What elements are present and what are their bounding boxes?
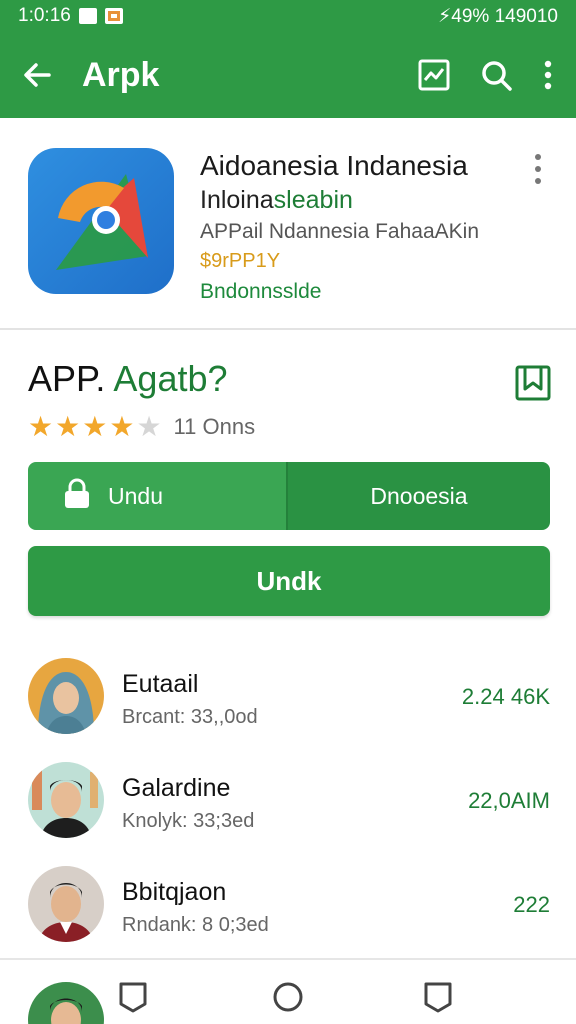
status-time: 1:0:16 xyxy=(18,5,71,26)
recents-nav-icon[interactable] xyxy=(421,980,455,1014)
star-icon: ★ xyxy=(82,411,108,442)
status-bar: 1:0:16 ⚡49% 149010 xyxy=(0,0,576,32)
list-item[interactable]: Eutaail Brcant: 33,,0od 2.24 46K xyxy=(0,650,576,754)
list-item-value: 2.24 46K xyxy=(461,684,550,709)
list-item-name: Galardine xyxy=(122,774,231,802)
unlock-button-label: Undu xyxy=(108,482,163,509)
list-item-name: Bbitqjaon xyxy=(122,878,227,906)
app-developer[interactable]: Bndonnsslde xyxy=(200,280,321,304)
section-title-dark: APP. xyxy=(28,358,106,399)
list-item[interactable]: Bbitqjaon Rndank: 8 0;3ed 222 xyxy=(0,858,576,962)
notification-icon-2 xyxy=(104,8,123,24)
avatar xyxy=(28,982,104,1024)
secondary-button[interactable]: Dnooesia xyxy=(286,462,550,530)
home-nav-icon[interactable] xyxy=(271,980,305,1014)
app-header: Aidoanesia Indanesia Inloinasleabin APPa… xyxy=(0,132,576,328)
divider xyxy=(0,328,576,330)
app-more-icon[interactable] xyxy=(528,152,548,186)
star-icon: ★ xyxy=(109,411,135,442)
section-title: APP. Agatb? xyxy=(28,358,228,400)
primary-button[interactable]: Undk xyxy=(28,546,550,616)
app-bar: Arpk xyxy=(0,32,576,118)
app-name: Aidoanesia Indanesia xyxy=(200,150,468,181)
star-icon: ★ xyxy=(55,411,81,442)
app-description: APPail Ndannesia FahaaAKin xyxy=(200,220,480,243)
app-subtitle-dark: Inloina xyxy=(200,186,274,214)
app-bar-title: Arpk xyxy=(82,55,160,94)
status-right-text: ⚡49% 149010 xyxy=(437,5,558,27)
primary-button-label: Undk xyxy=(256,565,322,596)
back-arrow-icon[interactable] xyxy=(22,60,52,90)
app-subtitle-green: sleabin xyxy=(273,186,353,214)
system-nav-bar xyxy=(0,958,576,1024)
list-item-meta: Rndank: 8 0;3ed xyxy=(122,914,269,936)
app-logo-icon[interactable] xyxy=(28,148,174,294)
lock-icon xyxy=(64,478,90,514)
list-item-value: 22,0AIM xyxy=(468,788,550,813)
star-empty-icon: ★ xyxy=(136,411,162,442)
avatar xyxy=(28,658,104,734)
list-item-meta: Brcant: 33,,0od xyxy=(122,706,258,728)
back-nav-icon[interactable] xyxy=(116,980,150,1014)
unlock-button[interactable]: Undu xyxy=(28,462,286,530)
avatar xyxy=(28,866,104,942)
user-list: Eutaail Brcant: 33,,0od 2.24 46K Galardi… xyxy=(0,650,576,962)
avatar xyxy=(28,762,104,838)
rating: ★ ★ ★ ★ ★ 11 Onns xyxy=(28,412,255,442)
list-item-value: 222 xyxy=(513,892,550,917)
star-icon: ★ xyxy=(28,411,54,442)
chart-icon[interactable] xyxy=(418,59,450,91)
app-subtitle: Inloinasleabin xyxy=(200,186,353,215)
rating-count: 11 Onns xyxy=(173,414,256,439)
secondary-button-label: Dnooesia xyxy=(370,482,468,509)
list-item[interactable]: Galardine Knolyk: 33;3ed 22,0AIM xyxy=(0,754,576,858)
more-vert-icon[interactable] xyxy=(542,59,554,91)
section-title-green: Agatb? xyxy=(113,358,228,399)
notification-icon xyxy=(78,8,97,24)
list-item-name: Eutaail xyxy=(122,670,199,698)
bookmark-icon[interactable] xyxy=(514,364,552,402)
split-button: Undu Dnooesia xyxy=(28,462,550,530)
app-price: $9rPP1Y xyxy=(200,250,281,272)
list-item-meta: Knolyk: 33;3ed xyxy=(122,810,255,832)
search-icon[interactable] xyxy=(480,59,512,91)
